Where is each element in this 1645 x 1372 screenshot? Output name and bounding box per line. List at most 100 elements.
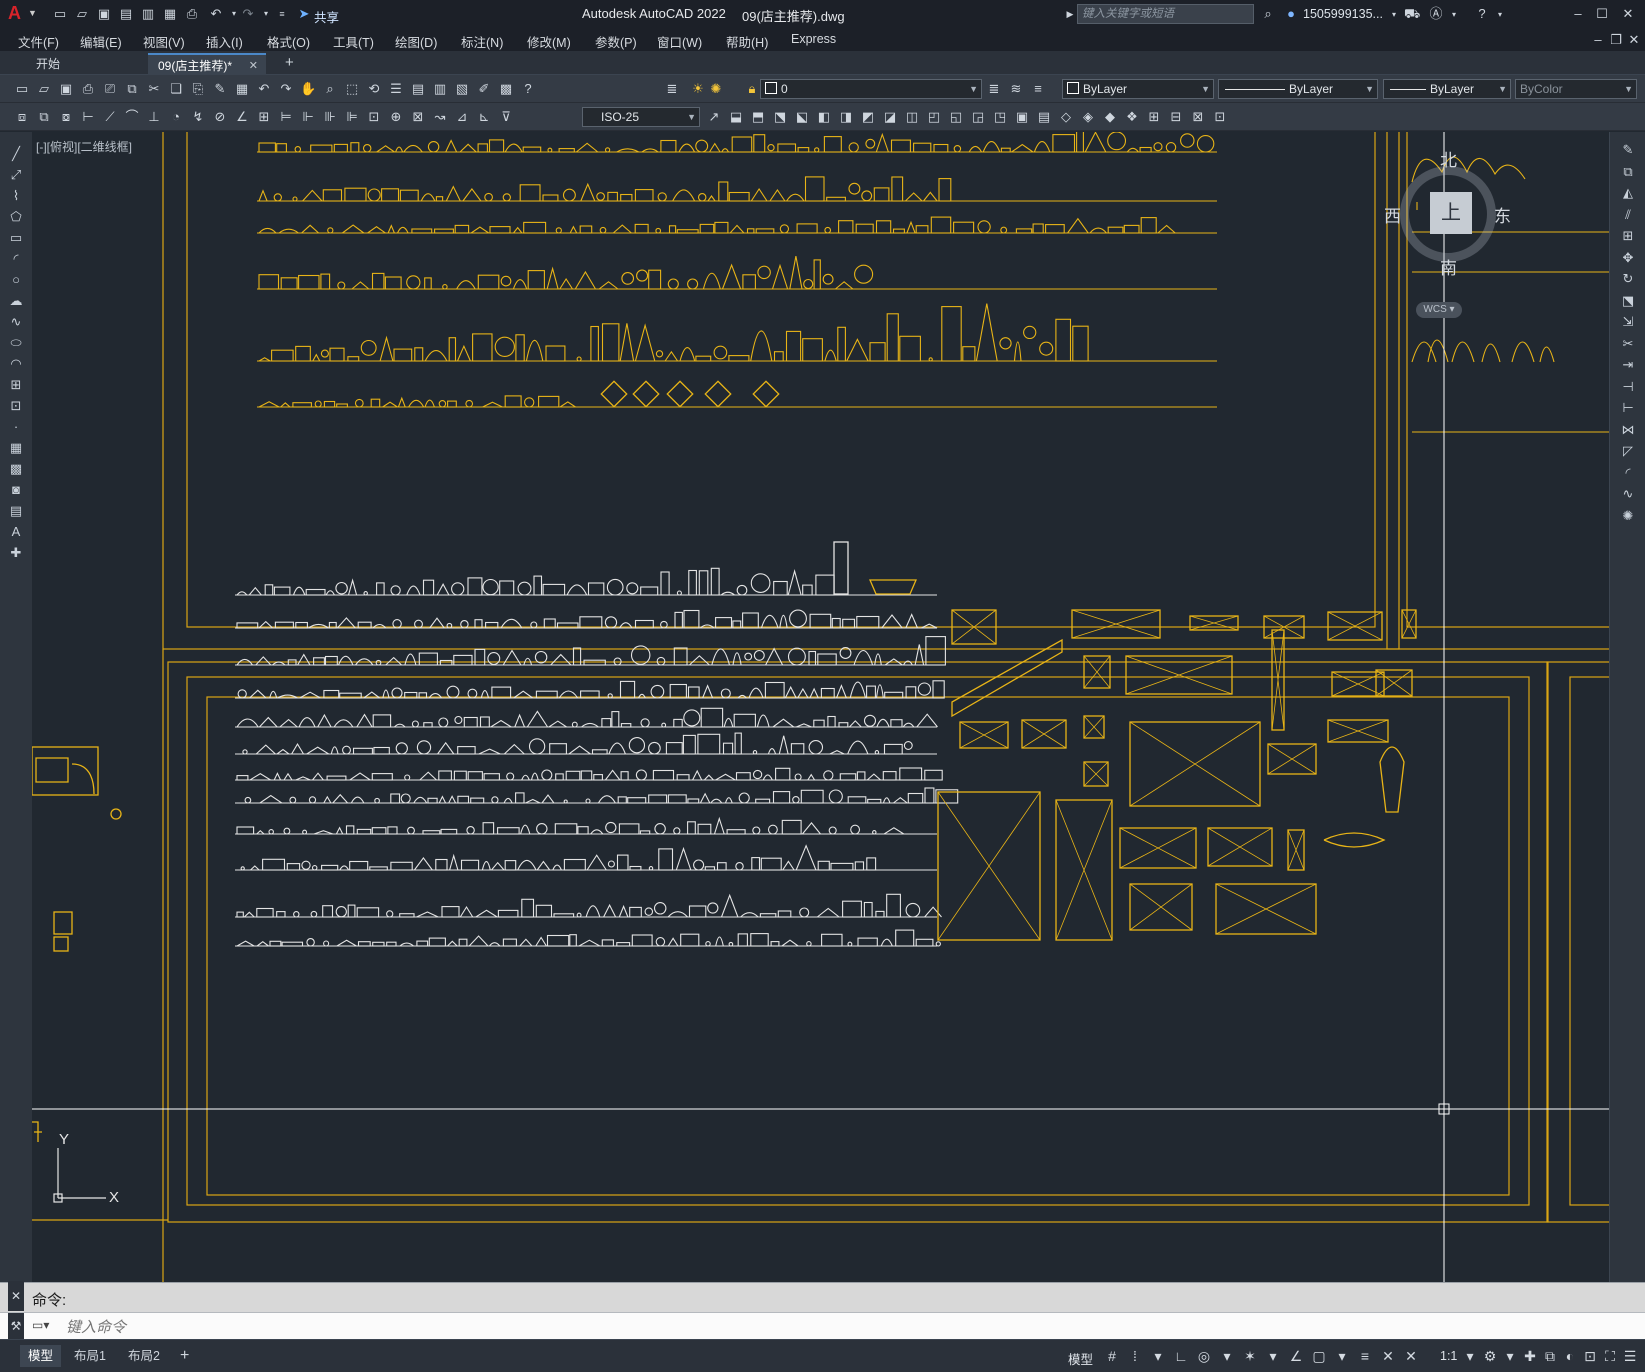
- quick-dim-icon[interactable]: ⊞: [256, 109, 272, 125]
- pan-icon[interactable]: ✋: [300, 81, 316, 97]
- zoom-previous-icon[interactable]: ⟲: [366, 81, 382, 97]
- drawing-area[interactable]: [-][俯视][二维线框] Y X 上 北 南 东 西 WCS ▾: [32, 132, 1609, 1282]
- menu-modify[interactable]: 修改(M): [527, 32, 571, 51]
- table-icon[interactable]: ▤: [8, 503, 24, 519]
- arc-icon[interactable]: ◜: [8, 251, 24, 267]
- named-ucs-icon[interactable]: ▣: [1014, 109, 1030, 125]
- ucs-x-icon[interactable]: ◰: [926, 109, 942, 125]
- explode-icon[interactable]: ✺: [1620, 508, 1636, 524]
- tab-layout-1[interactable]: 布局1: [66, 1345, 114, 1367]
- autocad-logo[interactable]: A: [8, 3, 21, 24]
- share-icon[interactable]: ➤: [296, 6, 312, 22]
- menu-window[interactable]: 窗口(W): [657, 32, 702, 51]
- copy-icon[interactable]: ❏: [168, 81, 184, 97]
- ucs-3point-icon[interactable]: ◫: [904, 109, 920, 125]
- color-dropdown[interactable]: ByLayer ▼: [1062, 79, 1214, 99]
- rectangle-icon[interactable]: ▭: [8, 230, 24, 246]
- undo-icon[interactable]: ↶: [208, 6, 224, 22]
- object-snap-dropdown-icon[interactable]: ▾: [1334, 1348, 1350, 1364]
- extend-icon[interactable]: ⇥: [1620, 357, 1636, 373]
- open-file-icon[interactable]: ▱: [74, 6, 90, 22]
- zoom-window-icon[interactable]: ⬚: [344, 81, 360, 97]
- save-icon[interactable]: ▣: [96, 6, 112, 22]
- layer-lock-icon[interactable]: 🔒︎: [744, 81, 760, 97]
- new-layer-icon[interactable]: ⧈: [14, 109, 30, 125]
- new-file-icon[interactable]: ▭: [52, 6, 68, 22]
- tab-start[interactable]: 开始: [26, 53, 70, 75]
- layer-state-icon[interactable]: ☀: [690, 81, 706, 97]
- close-icon[interactable]: ✕: [1620, 6, 1636, 22]
- tab-model[interactable]: 模型: [20, 1345, 62, 1367]
- snap-dropdown-icon[interactable]: ▾: [1150, 1348, 1166, 1364]
- chamfer-icon[interactable]: ◸: [1620, 443, 1636, 459]
- inspect-icon[interactable]: ⊠: [410, 109, 426, 125]
- break-icon[interactable]: ⊢: [1620, 400, 1636, 416]
- continue-icon[interactable]: ⊩: [300, 109, 316, 125]
- visual-style-hidden-icon[interactable]: ◈: [1080, 109, 1096, 125]
- workspace-settings-icon[interactable]: ⚙: [1482, 1348, 1498, 1364]
- units-icon[interactable]: ⧉: [1542, 1348, 1558, 1364]
- linetype-dropdown[interactable]: ByLayer ▼: [1218, 79, 1378, 99]
- customize-qat-icon[interactable]: ≡: [274, 6, 290, 22]
- annotation-scale[interactable]: 1:1: [1440, 1349, 1457, 1363]
- polyline-icon[interactable]: ⌇: [8, 188, 24, 204]
- help-icon[interactable]: ?: [1474, 6, 1490, 22]
- baseline-icon[interactable]: ⊨: [278, 109, 294, 125]
- hardware-acceleration-icon[interactable]: ⊡: [1582, 1348, 1598, 1364]
- tolerance-icon[interactable]: ⊡: [366, 109, 382, 125]
- viewcube-west[interactable]: 西: [1384, 202, 1401, 227]
- paste-icon[interactable]: ⎘: [190, 81, 206, 97]
- ucs-face-icon[interactable]: ⬕: [794, 109, 810, 125]
- move-icon[interactable]: ✥: [1620, 250, 1636, 266]
- erase-icon[interactable]: ✎: [1620, 142, 1636, 158]
- layer-previous-icon[interactable]: ≡: [1030, 81, 1046, 97]
- command-settings-icon[interactable]: ⚒: [8, 1313, 24, 1340]
- redo-dropdown-icon[interactable]: ▾: [258, 6, 274, 22]
- stretch-icon[interactable]: ⇲: [1620, 314, 1636, 330]
- minimize-icon[interactable]: –: [1570, 6, 1586, 22]
- blend-curves-icon[interactable]: ∿: [1620, 486, 1636, 502]
- calculator-icon[interactable]: ▩: [498, 81, 514, 97]
- wcs-menu[interactable]: WCS ▾: [1416, 302, 1462, 318]
- scale-dropdown-icon[interactable]: ▾: [1462, 1348, 1478, 1364]
- viewport-clip-icon[interactable]: ⊟: [1168, 109, 1184, 125]
- search-icon[interactable]: ⌕: [1260, 6, 1276, 22]
- menu-draw[interactable]: 绘图(D): [395, 32, 437, 51]
- rotate-icon[interactable]: ↻: [1620, 271, 1636, 287]
- viewport-scale-icon[interactable]: ⊡: [1212, 109, 1228, 125]
- command-recent-icon[interactable]: ▭▾: [32, 1318, 49, 1332]
- layer-manager-icon[interactable]: ≣: [664, 81, 680, 97]
- copy-object-icon[interactable]: ⧉: [1620, 164, 1636, 180]
- doc-close-icon[interactable]: ✕: [1626, 32, 1642, 48]
- cut-icon[interactable]: ✂: [146, 81, 162, 97]
- isolate-objects-icon[interactable]: ◐: [1562, 1348, 1578, 1364]
- menu-help[interactable]: 帮助(H): [726, 32, 768, 51]
- publish-icon[interactable]: ⧉: [124, 81, 140, 97]
- user-dropdown-icon[interactable]: ▾: [1386, 7, 1402, 23]
- app-menu-arrow-icon[interactable]: ▼: [28, 8, 37, 18]
- construction-line-icon[interactable]: ⤢: [8, 167, 24, 183]
- help-dropdown-icon[interactable]: ▾: [1492, 7, 1508, 23]
- undo-icon[interactable]: ↶: [256, 81, 272, 97]
- print-icon[interactable]: ⎙: [184, 6, 200, 22]
- markup-icon[interactable]: ✐: [476, 81, 492, 97]
- autodesk-app-dropdown-icon[interactable]: ▾: [1446, 7, 1462, 23]
- user-icon[interactable]: ●: [1283, 6, 1299, 22]
- multileader-style-icon[interactable]: ↗: [706, 109, 722, 125]
- properties-icon[interactable]: ☰: [388, 81, 404, 97]
- ucs-zaxis-icon[interactable]: ◪: [882, 109, 898, 125]
- match-props-icon[interactable]: ✎: [212, 81, 228, 97]
- trim-icon[interactable]: ✂: [1620, 336, 1636, 352]
- snap-icon[interactable]: ⁞: [1127, 1348, 1143, 1364]
- multiline-text-icon[interactable]: A: [8, 524, 24, 540]
- ellipse-arc-icon[interactable]: ◠: [8, 356, 24, 372]
- maximize-icon[interactable]: ☐: [1594, 6, 1610, 22]
- save-icon[interactable]: ▣: [58, 81, 74, 97]
- isodraft-icon[interactable]: ✶: [1242, 1348, 1258, 1364]
- join-icon[interactable]: ⋈: [1620, 422, 1636, 438]
- autodesk-app-icon[interactable]: Ⓐ: [1428, 6, 1444, 22]
- tab-document[interactable]: 09(店主推荐)* ✕: [148, 53, 266, 75]
- ucs-icon[interactable]: ⬓: [728, 109, 744, 125]
- help-icon[interactable]: ?: [520, 81, 536, 97]
- diameter-icon[interactable]: ⊘: [212, 109, 228, 125]
